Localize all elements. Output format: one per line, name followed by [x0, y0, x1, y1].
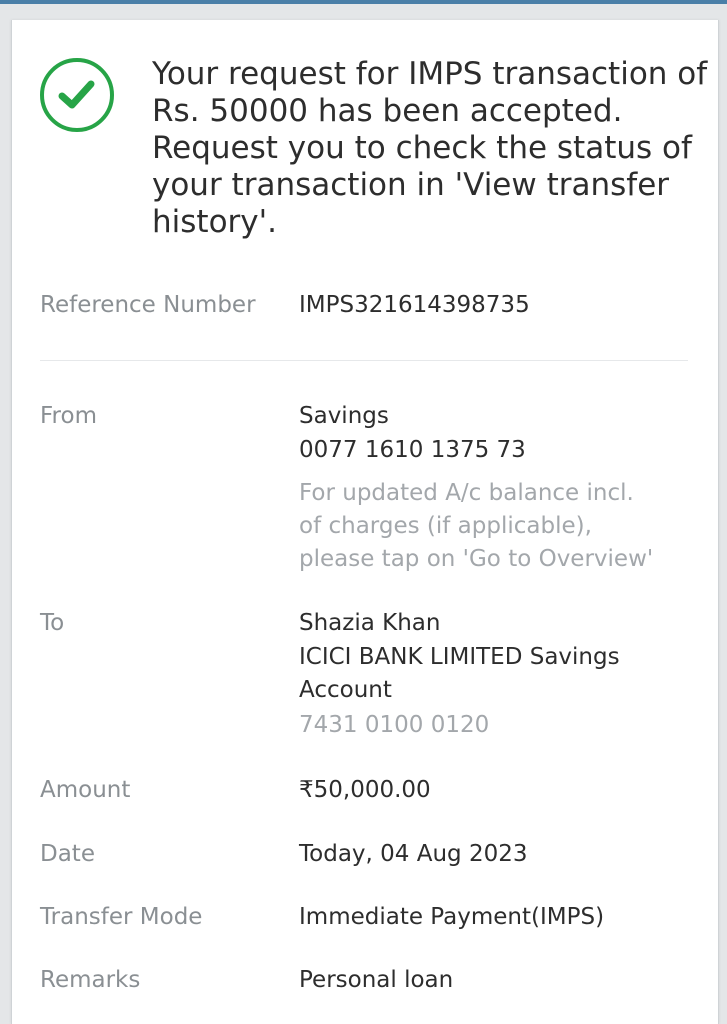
date-value: Today, 04 Aug 2023 [299, 841, 528, 867]
top-accent-bar [0, 0, 727, 4]
to-bank-line2: Account [299, 677, 392, 703]
date-label: Date [40, 841, 95, 867]
from-balance-note-line3: please tap on 'Go to Overview' [299, 546, 654, 572]
to-bank-line1: ICICI BANK LIMITED Savings [299, 644, 620, 670]
transfer-mode-value: Immediate Payment(IMPS) [299, 904, 605, 930]
amount-label: Amount [40, 777, 131, 803]
remarks-label: Remarks [40, 967, 141, 993]
check-circle-icon [40, 58, 114, 132]
reference-number-value: IMPS321614398735 [299, 292, 530, 318]
transaction-receipt-card: Your request for IMPS transaction of Rs.… [11, 20, 719, 1024]
from-label: From [40, 403, 97, 429]
remarks-value: Personal loan [299, 967, 454, 993]
divider [40, 360, 688, 361]
to-name: Shazia Khan [299, 610, 441, 636]
from-balance-note-line2: of charges (if applicable), [299, 513, 592, 539]
transfer-mode-label: Transfer Mode [40, 904, 203, 930]
amount-value: ₹50,000.00 [299, 777, 431, 803]
status-message: Your request for IMPS transaction of Rs.… [152, 56, 708, 240]
reference-number-label: Reference Number [40, 292, 256, 318]
to-label: To [40, 610, 65, 636]
from-account-type: Savings [299, 403, 389, 429]
to-account-number: 7431 0100 0120 [299, 712, 490, 738]
from-account-number: 0077 1610 1375 73 [299, 437, 526, 463]
from-balance-note-line1: For updated A/c balance incl. [299, 480, 634, 506]
